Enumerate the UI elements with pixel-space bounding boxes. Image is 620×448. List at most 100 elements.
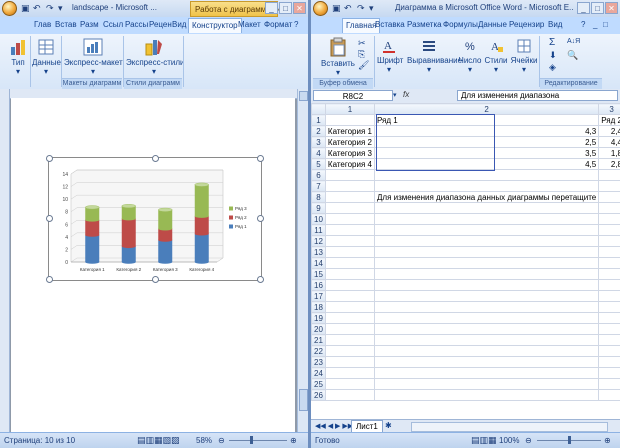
row-header[interactable]: 22 <box>311 345 326 357</box>
row-header[interactable]: 7 <box>311 180 326 192</box>
tab-view[interactable]: Вид <box>172 20 186 29</box>
zoom-slider-thumb[interactable] <box>568 436 571 444</box>
cell[interactable] <box>598 389 620 401</box>
ribbon-restore-icon[interactable]: □ <box>603 20 608 29</box>
minimize-button[interactable]: _ <box>265 2 278 14</box>
tab-references[interactable]: Ссыл <box>103 20 123 29</box>
tab-format[interactable]: Формат <box>264 20 292 29</box>
format-painter-icon[interactable]: 🖌 <box>358 60 369 71</box>
row-header[interactable]: 2 <box>311 125 326 137</box>
undo-icon[interactable]: ↶ <box>344 3 352 14</box>
tab-view[interactable]: Вид <box>548 20 562 29</box>
cell[interactable]: 2,4 <box>598 125 620 137</box>
redo-icon[interactable]: ↷ <box>357 3 365 14</box>
column-header[interactable]: 2 <box>373 103 600 115</box>
row-header[interactable]: 5 <box>311 158 326 170</box>
change-chart-type-button[interactable]: Тип ▾ <box>6 38 30 76</box>
view-mode-icons[interactable]: ▤▥▦ <box>471 435 497 446</box>
insert-sheet-icon[interactable]: ✱ <box>385 421 392 430</box>
tab-review[interactable]: Рецен <box>149 20 172 29</box>
embedded-chart[interactable]: 0 2 4 6 8 10 12 14 Категория 1 Категория 2 Категор… <box>46 155 264 283</box>
autosum-icon[interactable]: Σ <box>549 37 555 48</box>
zoom-out-icon[interactable]: ⊖ <box>218 436 225 445</box>
qat-dropdown-icon[interactable]: ▾ <box>58 3 63 14</box>
cut-icon[interactable]: ✂ <box>358 38 366 49</box>
tab-design[interactable]: Конструктор <box>188 18 242 33</box>
undo-icon[interactable]: ↶ <box>33 3 41 14</box>
alignment-button[interactable]: Выравнивание ▾ <box>407 38 462 74</box>
cell[interactable] <box>324 257 375 269</box>
maximize-button[interactable]: □ <box>591 2 604 14</box>
minimize-button[interactable]: _ <box>577 2 590 14</box>
worksheet-area[interactable]: 1234567 1Ряд 1Ряд 2Ряд 32Категория 14,32… <box>311 103 620 419</box>
tab-layout[interactable]: Макет <box>238 20 261 29</box>
zoom-slider-thumb[interactable] <box>250 436 253 444</box>
cell[interactable] <box>324 334 375 346</box>
cell[interactable] <box>598 191 620 203</box>
resize-handle[interactable] <box>257 276 264 283</box>
row-header[interactable]: 24 <box>311 367 326 379</box>
row-header[interactable]: 14 <box>311 257 326 269</box>
cell[interactable] <box>598 334 620 346</box>
cell[interactable] <box>373 180 600 192</box>
express-styles-button[interactable]: Экспресс-стили ▾ <box>126 38 185 76</box>
cell[interactable] <box>324 114 375 126</box>
cell[interactable] <box>598 279 620 291</box>
tab-mailings[interactable]: Рассы <box>125 20 148 29</box>
cell[interactable] <box>324 169 375 181</box>
cell[interactable] <box>324 246 375 258</box>
tab-review[interactable]: Рецензир <box>509 20 544 29</box>
cell[interactable]: Ряд 1 <box>373 114 600 126</box>
zoom-in-icon[interactable]: ⊕ <box>290 436 297 445</box>
cell[interactable] <box>598 180 620 192</box>
cell[interactable] <box>598 378 620 390</box>
cell[interactable] <box>373 323 600 335</box>
close-button[interactable]: ✕ <box>293 2 306 14</box>
cell[interactable] <box>324 312 375 324</box>
save-icon[interactable]: ▣ <box>332 3 341 14</box>
cell[interactable] <box>373 235 600 247</box>
styles-button[interactable]: A Стили ▾ <box>484 38 508 74</box>
select-all-corner[interactable] <box>311 103 326 115</box>
cell[interactable] <box>373 202 600 214</box>
copy-icon[interactable]: ⎘ <box>358 49 365 60</box>
number-button[interactable]: % Число ▾ <box>458 38 482 74</box>
vertical-scrollbar[interactable] <box>297 89 308 433</box>
save-icon[interactable]: ▣ <box>21 3 30 14</box>
fill-icon[interactable]: ⬇ <box>549 50 557 61</box>
chart-data-button[interactable]: Данные ▾ <box>32 38 61 76</box>
row-header[interactable]: 17 <box>311 290 326 302</box>
row-header[interactable]: 9 <box>311 202 326 214</box>
row-header[interactable]: 6 <box>311 169 326 181</box>
cell[interactable] <box>373 356 600 368</box>
cell[interactable] <box>373 257 600 269</box>
tab-page-layout[interactable]: Разм <box>80 20 99 29</box>
horizontal-scrollbar[interactable] <box>411 422 608 432</box>
fx-icon[interactable]: fx <box>403 90 409 99</box>
zoom-in-icon[interactable]: ⊕ <box>604 436 611 445</box>
tab-insert[interactable]: Вставка <box>375 20 405 29</box>
row-header[interactable]: 21 <box>311 334 326 346</box>
clear-icon[interactable]: ◈ <box>549 62 556 73</box>
row-header[interactable]: 20 <box>311 323 326 335</box>
tab-insert[interactable]: Встав <box>55 20 77 29</box>
cell[interactable] <box>598 235 620 247</box>
cell[interactable] <box>373 290 600 302</box>
resize-handle[interactable] <box>257 155 264 162</box>
cell[interactable] <box>598 268 620 280</box>
cell[interactable] <box>373 378 600 390</box>
cell[interactable] <box>598 246 620 258</box>
redo-icon[interactable]: ↷ <box>46 3 54 14</box>
zoom-level[interactable]: 100% <box>499 436 519 445</box>
cell[interactable] <box>373 389 600 401</box>
cell[interactable] <box>324 180 375 192</box>
cell[interactable]: Для изменения диапазона данных диаграммы… <box>373 191 600 203</box>
cell[interactable] <box>598 323 620 335</box>
resize-handle[interactable] <box>257 215 264 222</box>
express-layout-button[interactable]: Экспресс-макет ▾ <box>64 38 123 76</box>
cell[interactable]: 2,5 <box>373 136 600 148</box>
page-counter[interactable]: Страница: 10 из 10 <box>4 436 75 445</box>
scroll-up-arrow[interactable] <box>299 91 308 101</box>
cell[interactable] <box>324 378 375 390</box>
cell[interactable] <box>324 389 375 401</box>
